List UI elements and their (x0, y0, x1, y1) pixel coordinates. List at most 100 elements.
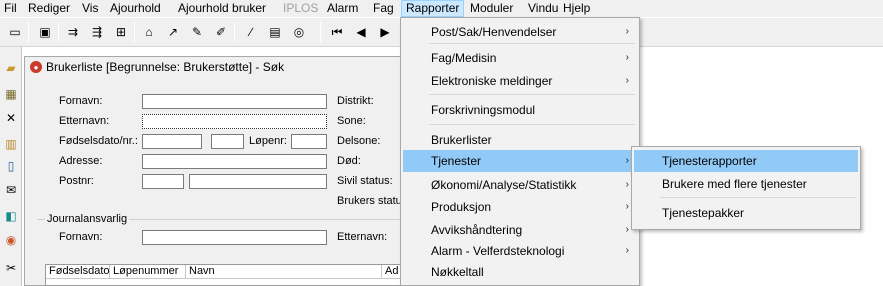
menu-item-post-sak-henvendelser[interactable]: Post/Sak/Henvendelser › (403, 21, 637, 43)
menu-item-forskrivningsmodul[interactable]: Forskrivningsmodul (403, 99, 637, 121)
menu-separator (429, 124, 635, 125)
fodselsdato-label: Fødselsdato/nr.: (59, 135, 138, 147)
save-icon[interactable]: ▣ (36, 23, 54, 41)
menu-fag[interactable]: Fag (369, 0, 398, 17)
chevron-right-icon: › (625, 52, 629, 63)
journal-fornavn-field[interactable] (142, 230, 327, 245)
postnr-field[interactable] (142, 174, 184, 189)
column-header[interactable]: Løpenummer (110, 265, 186, 279)
menu-iplos[interactable]: IPLOS (279, 0, 322, 17)
menu-alarm[interactable]: Alarm (323, 0, 362, 17)
tools-icon[interactable]: ✎ (188, 23, 206, 41)
menu-rapporter[interactable]: Rapporter (401, 0, 465, 17)
first-icon[interactable]: ⏮ (328, 23, 346, 41)
app-icon: ● (30, 61, 42, 73)
lopenr-label: Løpenr: (249, 135, 287, 147)
card-icon[interactable]: ▤ (266, 23, 284, 41)
submenu-item-label: Tjenesterapporter (662, 154, 757, 168)
personnummer-field[interactable] (211, 134, 244, 149)
clipboard-icon[interactable]: ▯ (2, 157, 20, 175)
journal-fornavn-label: Fornavn: (59, 231, 103, 243)
menu-vindu[interactable]: Vindu (524, 0, 562, 17)
menu-vis[interactable]: Vis (78, 0, 102, 17)
sone-label: Sone: (337, 115, 366, 127)
tjenester-submenu: Tjenesterapporter Brukere med flere tjene… (631, 146, 861, 230)
mail-icon[interactable]: ✉ (2, 181, 20, 199)
menu-item-produksjon[interactable]: Produksjon › (403, 196, 637, 218)
submenu-item-brukere-med-flere-tjenester[interactable]: Brukere med flere tjenester (634, 173, 858, 195)
menu-item-label: Nøkkeltall (431, 265, 484, 279)
rocket-icon[interactable]: ↗ (164, 23, 182, 41)
journal-etternavn-label: Etternavn: (337, 231, 388, 243)
calendar-icon[interactable]: ▦ (2, 85, 20, 103)
folder-icon[interactable]: ▭ (6, 23, 24, 41)
fornavn-field[interactable] (142, 94, 327, 109)
delsone-label: Delsone: (337, 135, 381, 147)
menu-item-label: Avvikshåndtering (431, 223, 523, 237)
rapporter-dropdown: Post/Sak/Henvendelser › Fag/Medisin › Elektr… (400, 17, 640, 286)
tree-expand-icon[interactable]: ⇉ (64, 23, 82, 41)
menu-item-label: Økonomi/Analyse/Statistikk (431, 178, 577, 192)
lock-icon[interactable]: ⌂ (140, 23, 158, 41)
menu-bar: Fil Rediger Vis Ajourhold Ajourhold bruk… (0, 0, 883, 17)
menu-item-label: Brukerlister (431, 133, 492, 147)
tree-icon[interactable]: ⊞ (112, 23, 130, 41)
etternavn-label: Etternavn: (59, 115, 110, 127)
open-folder-icon[interactable]: ▰ (2, 59, 20, 77)
menu-item-tjenester[interactable]: Tjenester › (403, 150, 637, 172)
menu-item-label: Alarm - Velferdsteknologi (431, 244, 565, 258)
side-toolbar: ▰ ▦ ✕ ▥ ▯ ✉ ◧ ◉ ✂ (0, 47, 22, 286)
menu-ajourhold-bruker[interactable]: Ajourhold bruker (174, 0, 270, 17)
menu-item-elektroniske-meldinger[interactable]: Elektroniske meldinger › (403, 70, 637, 92)
brukers-status-label: Brukers status (337, 195, 408, 207)
pen-icon[interactable]: ✐ (212, 23, 230, 41)
submenu-item-tjenesterapporter[interactable]: Tjenesterapporter (634, 150, 858, 172)
submenu-item-label: Tjenestepakker (662, 206, 745, 220)
menu-ajourhold[interactable]: Ajourhold (106, 0, 165, 17)
submenu-item-label: Brukere med flere tjenester (662, 177, 807, 191)
lopenr-field[interactable] (291, 134, 327, 149)
menu-separator (429, 43, 635, 44)
adresse-label: Adresse: (59, 155, 103, 167)
adresse-field[interactable] (142, 154, 327, 169)
menu-item-fag-medisin[interactable]: Fag/Medisin › (403, 47, 637, 69)
menu-item-avvikshåndtering[interactable]: Avvikshåndtering › (403, 219, 637, 241)
menu-fil[interactable]: Fil (0, 0, 21, 17)
menu-item-label: Tjenester (431, 154, 482, 168)
tree-collapse-icon[interactable]: ⇶ (88, 23, 106, 41)
archive-icon[interactable]: ▥ (2, 135, 20, 153)
etternavn-field[interactable] (142, 114, 327, 129)
brukerliste-window: ● Brukerliste [Begrunnelse: Brukerstøtte… (24, 56, 464, 286)
menu-item-alarm-velferdsteknologi[interactable]: Alarm - Velferdsteknologi › (403, 240, 637, 262)
window-title: Brukerliste [Begrunnelse: Brukerstøtte] … (46, 60, 285, 74)
menu-item-økonomi-analyse-statistikk[interactable]: Økonomi/Analyse/Statistikk › (403, 174, 637, 196)
menu-item-label: Fag/Medisin (431, 51, 497, 65)
menu-item-label: Produksjon (431, 200, 492, 214)
chevron-right-icon: › (625, 245, 629, 256)
menu-item-brukerlister[interactable]: Brukerlister (403, 129, 637, 151)
dod-label: Død: (337, 155, 361, 167)
menu-item-label: Post/Sak/Henvendelser (431, 25, 557, 39)
postnr-label: Postnr: (59, 175, 94, 187)
fodselsdato-field[interactable] (142, 134, 202, 149)
menu-hjelp[interactable]: Hjelp (559, 0, 594, 17)
book-icon[interactable]: ◧ (2, 207, 20, 225)
journalansvarlig-label: Journalansvarlig (45, 213, 130, 225)
cd-icon[interactable]: ◎ (290, 23, 308, 41)
result-grid[interactable]: Fødselsdato Løpenummer Navn Ad (45, 264, 425, 286)
submenu-item-tjenestepakker[interactable]: Tjenestepakker (634, 202, 858, 224)
poststed-field[interactable] (189, 174, 327, 189)
pencil-icon[interactable]: ∕ (242, 23, 260, 41)
next-icon[interactable]: ▶ (376, 23, 394, 41)
column-header[interactable]: Navn (186, 265, 382, 279)
menu-rediger[interactable]: Rediger (24, 0, 74, 17)
column-header[interactable]: Fødselsdato (46, 265, 110, 279)
people-icon[interactable]: ◉ (2, 231, 20, 249)
chevron-right-icon: › (625, 26, 629, 37)
settings-icon[interactable]: ✂ (2, 259, 20, 277)
menu-moduler[interactable]: Moduler (466, 0, 517, 17)
menu-item-nøkkeltall[interactable]: Nøkkeltall (403, 261, 637, 283)
tools-icon[interactable]: ✕ (2, 109, 20, 127)
prev-icon[interactable]: ◀ (352, 23, 370, 41)
window-titlebar[interactable]: ● Brukerliste [Begrunnelse: Brukerstøtte… (25, 57, 463, 77)
